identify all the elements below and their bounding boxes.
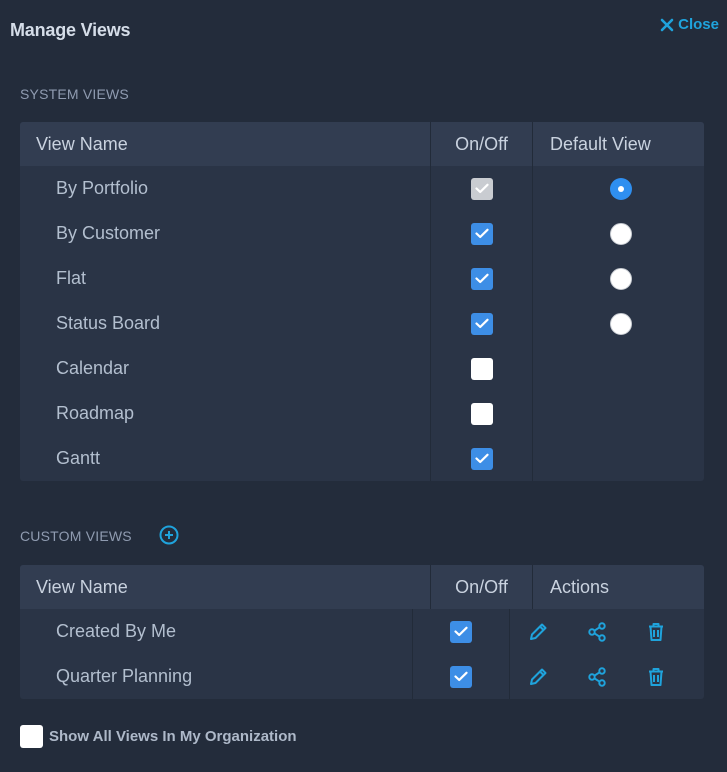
view-name: Flat xyxy=(56,268,87,288)
share-icon xyxy=(586,666,608,688)
actions-cell xyxy=(509,654,704,699)
on-off-checkbox[interactable] xyxy=(470,447,493,470)
view-name: Quarter Planning xyxy=(56,666,193,686)
table-header: View Name On/Off Actions xyxy=(20,565,704,609)
on-off-cell xyxy=(430,436,532,481)
table-row: Flat xyxy=(20,256,704,301)
view-name: By Customer xyxy=(56,223,161,243)
view-name: By Portfolio xyxy=(56,178,149,198)
on-off-checkbox[interactable] xyxy=(449,620,472,643)
edit-view-button[interactable] xyxy=(527,665,586,689)
delete-view-button[interactable] xyxy=(645,665,704,689)
table-row: Roadmap xyxy=(20,391,704,436)
on-off-cell xyxy=(430,301,532,346)
on-off-cell xyxy=(430,211,532,256)
default-view-radio[interactable] xyxy=(610,312,632,335)
close-icon xyxy=(660,18,674,32)
system-views-table: View Name On/Off Default View By Portfol… xyxy=(20,122,704,481)
default-view-cell xyxy=(532,166,704,211)
table-header: View Name On/Off Default View xyxy=(20,122,704,166)
on-off-checkbox[interactable] xyxy=(470,357,493,380)
pencil-icon xyxy=(527,666,549,688)
header-on-off: On/Off xyxy=(430,122,532,166)
edit-view-button[interactable] xyxy=(527,620,586,644)
header-on-off: On/Off xyxy=(430,565,532,609)
plus-circle-icon xyxy=(159,525,179,549)
view-name: Status Board xyxy=(56,313,161,333)
header-actions: Actions xyxy=(532,565,704,609)
header-view-name: View Name xyxy=(36,576,128,597)
view-name: Gantt xyxy=(56,448,101,468)
default-view-cell xyxy=(532,436,704,481)
default-view-cell xyxy=(532,391,704,436)
table-row: By Portfolio xyxy=(20,166,704,211)
default-view-cell xyxy=(532,256,704,301)
close-button[interactable]: Close xyxy=(660,16,719,33)
on-off-cell xyxy=(430,346,532,391)
on-off-checkbox[interactable] xyxy=(470,267,493,290)
share-view-button[interactable] xyxy=(586,665,645,689)
system-views-label: SYSTEM VIEWS xyxy=(20,86,129,102)
default-view-cell xyxy=(532,346,704,391)
on-off-checkbox[interactable] xyxy=(470,402,493,425)
trash-icon xyxy=(645,666,667,688)
on-off-cell xyxy=(430,166,532,211)
table-row: By Customer xyxy=(20,211,704,256)
on-off-cell xyxy=(411,654,509,699)
on-off-cell xyxy=(430,256,532,301)
share-view-button[interactable] xyxy=(586,620,645,644)
default-view-radio[interactable] xyxy=(610,267,632,290)
table-row: Quarter Planning xyxy=(20,654,704,699)
custom-views-table: View Name On/Off Actions Created By Me Qu… xyxy=(20,565,704,699)
default-view-cell xyxy=(532,211,704,256)
on-off-checkbox xyxy=(470,177,493,200)
default-view-radio[interactable] xyxy=(610,222,632,245)
on-off-cell xyxy=(411,609,509,654)
table-row: Status Board xyxy=(20,301,704,346)
view-name: Roadmap xyxy=(56,403,135,423)
table-row: Calendar xyxy=(20,346,704,391)
actions-cell xyxy=(509,609,704,654)
add-custom-view-button[interactable] xyxy=(159,525,179,550)
on-off-cell xyxy=(430,391,532,436)
view-name: Created By Me xyxy=(56,621,177,641)
close-label: Close xyxy=(678,16,719,33)
on-off-checkbox[interactable] xyxy=(470,222,493,245)
custom-views-label: CUSTOM VIEWS xyxy=(20,528,132,544)
table-row: Created By Me xyxy=(20,609,704,654)
show-all-views-checkbox[interactable] xyxy=(20,725,43,748)
show-all-views-label: Show All Views In My Organization xyxy=(49,728,297,745)
default-view-radio[interactable] xyxy=(610,177,632,200)
header-view-name: View Name xyxy=(36,133,128,154)
share-icon xyxy=(586,621,608,643)
view-name: Calendar xyxy=(56,358,130,378)
show-all-views-toggle[interactable]: Show All Views In My Organization xyxy=(20,725,297,748)
header-default-view: Default View xyxy=(532,122,704,166)
pencil-icon xyxy=(527,621,549,643)
dialog-title: Manage Views xyxy=(10,20,131,40)
on-off-checkbox[interactable] xyxy=(470,312,493,335)
table-row: Gantt xyxy=(20,436,704,481)
on-off-checkbox[interactable] xyxy=(449,665,472,688)
delete-view-button[interactable] xyxy=(645,620,704,644)
trash-icon xyxy=(645,621,667,643)
default-view-cell xyxy=(532,301,704,346)
